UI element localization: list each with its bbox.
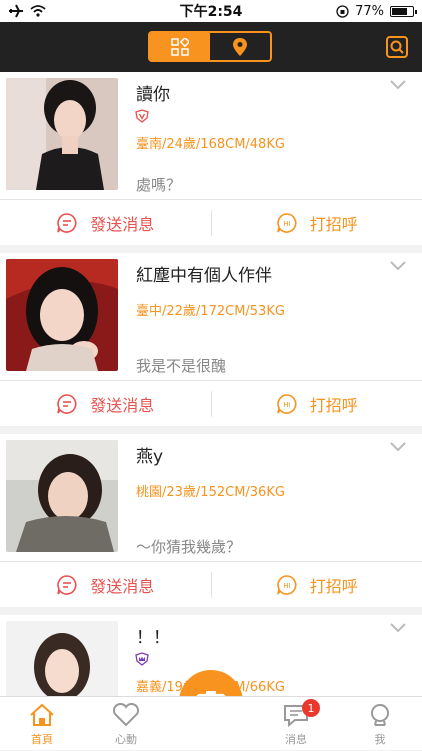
profile-quote: 處嗎？ (136, 174, 181, 195)
tab-heart[interactable]: 心動 (84, 697, 168, 751)
send-message-label: 發送消息 (90, 211, 154, 235)
chat-bubble-icon (56, 212, 78, 234)
hi-bubble-icon: HI (276, 393, 298, 415)
send-message-button[interactable]: 發送消息 (0, 392, 211, 416)
chevron-down-icon[interactable] (390, 442, 406, 452)
profile-name: 紅塵中有個人作伴 (136, 261, 272, 286)
chevron-down-icon[interactable] (390, 261, 406, 271)
chevron-down-icon[interactable] (390, 80, 406, 90)
crown-badge-icon (135, 652, 149, 666)
say-hi-label: 打招呼 (310, 573, 358, 597)
say-hi-button[interactable]: HI 打招呼 (212, 573, 422, 597)
profile-icon (367, 703, 393, 727)
profile-stats: 桃園/23歲/152CM/36KG (136, 481, 285, 500)
tab-home-label: 首頁 (31, 731, 53, 747)
send-message-button[interactable]: 發送消息 (0, 573, 211, 597)
grid-icon (171, 38, 189, 56)
svg-text:HI: HI (283, 582, 290, 590)
profile-photo[interactable] (6, 78, 118, 190)
search-icon[interactable] (386, 36, 408, 58)
say-hi-button[interactable]: HI 打招呼 (212, 211, 422, 235)
location-pin-icon (232, 37, 248, 57)
wifi-icon (30, 5, 46, 17)
profile-card: 讀你 臺南/24歲/168CM/48KG 處嗎？ 發送消息 HI 打招呼 (0, 72, 422, 245)
airplane-icon (8, 4, 24, 18)
profile-card-body[interactable]: 燕y 桃園/23歲/152CM/36KG ～你猜我幾歲？ (0, 434, 422, 561)
svg-text:HI: HI (283, 401, 290, 409)
send-message-label: 發送消息 (90, 392, 154, 416)
chat-bubble-icon (56, 393, 78, 415)
profile-actions: 發送消息 HI 打招呼 (0, 199, 422, 245)
profile-actions: 發送消息 HI 打招呼 (0, 561, 422, 607)
profile-photo[interactable] (6, 259, 118, 371)
svg-text:HI: HI (283, 220, 290, 228)
heart-icon (112, 703, 140, 727)
profile-card: 燕y 桃園/23歲/152CM/36KG ～你猜我幾歲？ 發送消息 HI 打招呼 (0, 434, 422, 607)
profile-actions: 發送消息 HI 打招呼 (0, 380, 422, 426)
verified-badge-icon (135, 109, 149, 123)
hi-bubble-icon: HI (276, 212, 298, 234)
say-hi-label: 打招呼 (310, 392, 358, 416)
orientation-lock-icon (336, 5, 349, 18)
status-left (8, 4, 46, 18)
profile-card: 紅塵中有個人作伴 臺中/22歲/172CM/53KG 我是不是很醜 發送消息 H… (0, 253, 422, 426)
location-view-tab[interactable] (210, 33, 270, 60)
tab-profile[interactable]: 我 (338, 697, 422, 751)
grid-view-tab[interactable] (150, 33, 210, 60)
battery-percent: 77% (355, 4, 384, 19)
profile-card-body[interactable]: 紅塵中有個人作伴 臺中/22歲/172CM/53KG 我是不是很醜 (0, 253, 422, 380)
profile-feed: 讀你 臺南/24歲/168CM/48KG 處嗎？ 發送消息 HI 打招呼 紅塵中… (0, 72, 422, 696)
status-bar: 下午2:54 77% (0, 0, 422, 22)
profile-name: 燕y (136, 442, 163, 467)
unread-badge: 1 (302, 699, 320, 717)
send-message-label: 發送消息 (90, 573, 154, 597)
profile-photo[interactable] (6, 440, 118, 552)
view-toggle (148, 31, 272, 62)
top-bar (0, 22, 422, 72)
status-right: 77% (336, 4, 414, 19)
battery-fill (392, 8, 407, 15)
say-hi-label: 打招呼 (310, 211, 358, 235)
battery-icon (390, 6, 414, 17)
profile-stats: 臺南/24歲/168CM/48KG (136, 133, 285, 152)
tab-messages[interactable]: 消息 1 (254, 697, 338, 751)
send-message-button[interactable]: 發送消息 (0, 211, 211, 235)
profile-name: ！！ (136, 623, 170, 648)
profile-quote: ～你猜我幾歲？ (136, 536, 241, 557)
tab-bar: 首頁 心動 消息 1 我 (0, 696, 422, 750)
profile-card-body[interactable]: 讀你 臺南/24歲/168CM/48KG 處嗎？ (0, 72, 422, 199)
profile-stats: 臺中/22歲/172CM/53KG (136, 300, 285, 319)
home-icon (29, 703, 55, 727)
profile-quote: 我是不是很醜 (136, 355, 226, 376)
say-hi-button[interactable]: HI 打招呼 (212, 392, 422, 416)
profile-photo[interactable] (6, 621, 118, 696)
tab-profile-label: 我 (375, 731, 386, 747)
chat-bubble-icon (56, 574, 78, 596)
chevron-down-icon[interactable] (390, 623, 406, 633)
profile-name: 讀你 (136, 80, 170, 105)
tab-heart-label: 心動 (115, 731, 137, 747)
tab-home[interactable]: 首頁 (0, 697, 84, 751)
tab-messages-label: 消息 (285, 731, 307, 747)
hi-bubble-icon: HI (276, 574, 298, 596)
